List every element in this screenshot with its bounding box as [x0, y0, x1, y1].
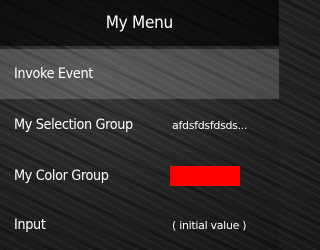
menu-item-label: My Selection Group: [14, 117, 133, 133]
menu-panel: My Menu Invoke Event My Selection Group …: [0, 0, 279, 250]
menu-item-invoke-event[interactable]: Invoke Event: [0, 49, 279, 99]
menu-item-color-group[interactable]: My Color Group: [0, 151, 279, 201]
menu-item-selection-group[interactable]: My Selection Group afdsfdsfdsds...: [0, 100, 279, 150]
selection-value: afdsfdsfdsds...: [172, 118, 248, 132]
menu-title: My Menu: [105, 13, 174, 33]
input-value[interactable]: ( initial value ): [172, 219, 247, 232]
menu-item-label: My Color Group: [14, 168, 109, 184]
color-swatch[interactable]: [170, 166, 240, 186]
menu-item-input[interactable]: Input ( initial value ): [0, 200, 279, 250]
menu-header: My Menu: [0, 0, 279, 46]
menu-item-label: Input: [14, 217, 46, 233]
menu-item-label: Invoke Event: [14, 66, 93, 82]
